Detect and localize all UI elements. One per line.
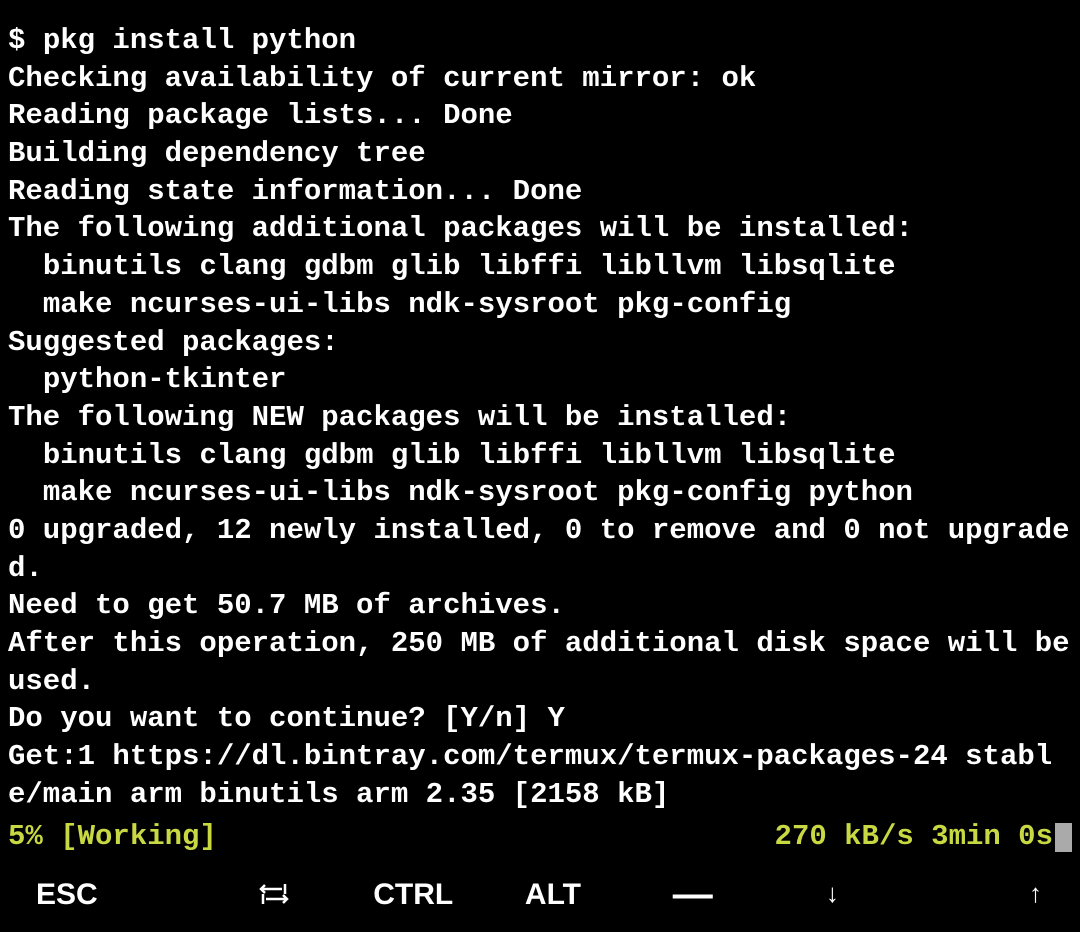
esc-key[interactable]: ESC <box>10 862 204 926</box>
output-line: Suggested packages: <box>8 326 339 359</box>
output-line: After this operation, 250 MB of addition… <box>8 627 1080 698</box>
output-line: Do you want to continue? [Y/n] Y <box>8 702 565 735</box>
output-line: Need to get 50.7 MB of archives. <box>8 589 565 622</box>
download-speed-eta: 270 kB/s 3min 0s <box>775 818 1072 856</box>
output-line: binutils clang gdbm glib libffi libllvm … <box>8 250 896 283</box>
output-line: The following additional packages will b… <box>8 212 913 245</box>
shell-prompt: $ <box>8 24 43 57</box>
output-line: Building dependency tree <box>8 137 426 170</box>
extra-keys-bar: ESC CTRL ALT — ↓ ↑ <box>0 862 1080 932</box>
tab-icon <box>258 881 290 907</box>
alt-key[interactable]: ALT <box>483 862 623 926</box>
arrow-down-key[interactable]: ↓ <box>763 862 903 926</box>
output-line: python-tkinter <box>8 363 286 396</box>
arrow-up-key[interactable]: ↑ <box>902 862 1070 926</box>
output-line: Checking availability of current mirror:… <box>8 62 756 95</box>
download-status-line: 5% [Working] 270 kB/s 3min 0s <box>0 818 1080 862</box>
command-text: pkg install python <box>43 24 356 57</box>
output-line: make ncurses-ui-libs ndk-sysroot pkg-con… <box>8 288 791 321</box>
output-line: Reading package lists... Done <box>8 99 513 132</box>
ctrl-key[interactable]: CTRL <box>343 862 483 926</box>
dash-key[interactable]: — <box>623 862 763 926</box>
output-line: make ncurses-ui-libs ndk-sysroot pkg-con… <box>8 476 913 509</box>
cursor-icon <box>1055 823 1072 852</box>
download-progress: 5% [Working] <box>8 818 775 856</box>
tab-key[interactable] <box>204 862 344 926</box>
output-line: 0 upgraded, 12 newly installed, 0 to rem… <box>8 514 1070 585</box>
output-line: binutils clang gdbm glib libffi libllvm … <box>8 439 896 472</box>
output-line: The following NEW packages will be insta… <box>8 401 791 434</box>
terminal-output[interactable]: $ pkg install python Checking availabili… <box>0 0 1080 818</box>
output-line: Reading state information... Done <box>8 175 582 208</box>
output-line: Get:1 https://dl.bintray.com/termux/term… <box>8 740 1052 811</box>
